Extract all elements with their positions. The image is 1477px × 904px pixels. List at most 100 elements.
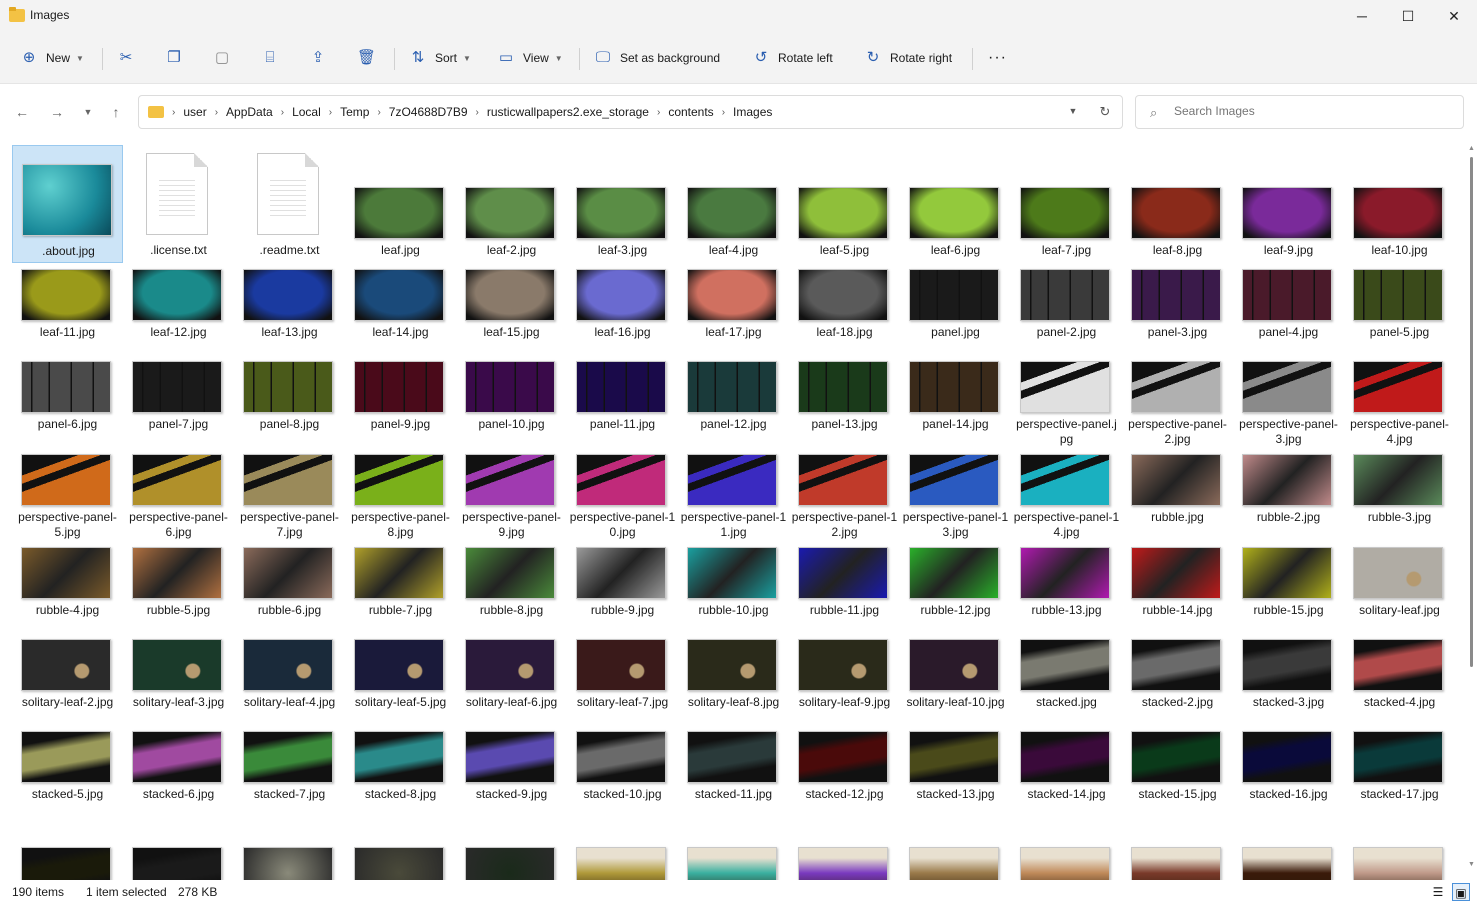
maximize-button[interactable]: ☐ <box>1385 0 1431 32</box>
file-item[interactable]: leaf-10.jpg <box>1344 145 1455 263</box>
chevron-right-icon[interactable]: › <box>719 105 728 120</box>
breadcrumb-item[interactable]: Local <box>287 105 326 120</box>
file-item[interactable]: panel.jpg <box>900 263 1011 355</box>
file-item[interactable]: rubble-7.jpg <box>345 541 456 633</box>
file-item[interactable]: stacked-19.jpg <box>123 841 234 880</box>
file-item[interactable]: perspective-panel-14.jpg <box>1011 448 1122 541</box>
file-item[interactable]: rubble-8.jpg <box>456 541 567 633</box>
breadcrumb-item[interactable]: contents <box>663 105 718 120</box>
rotate-left-button[interactable]: ↺ Rotate left <box>752 44 833 72</box>
file-item[interactable]: perspective-panel-8.jpg <box>345 448 456 541</box>
file-item[interactable]: panel-12.jpg <box>678 355 789 448</box>
file-item[interactable]: leaf-17.jpg <box>678 263 789 355</box>
breadcrumb-item[interactable]: 7zO4688D7B9 <box>384 105 473 120</box>
file-item[interactable]: leaf-2.jpg <box>456 145 567 263</box>
file-item[interactable]: panel-6.jpg <box>12 355 123 448</box>
rotate-right-button[interactable]: ↻ Rotate right <box>864 44 952 72</box>
file-item[interactable]: perspective-panel-2.jpg <box>1122 355 1233 448</box>
file-item[interactable]: stacked.jpg <box>1011 633 1122 725</box>
file-item[interactable]: solitary-leaf-9.jpg <box>789 633 900 725</box>
file-item[interactable]: rubble.jpg <box>1122 448 1233 541</box>
more-options-button[interactable]: ··· <box>988 44 1007 72</box>
file-item[interactable]: rubble-5.jpg <box>123 541 234 633</box>
file-item[interactable]: stacked-5.jpg <box>12 725 123 841</box>
file-item[interactable]: solitary-leaf-3.jpg <box>123 633 234 725</box>
file-item[interactable]: panel-10.jpg <box>456 355 567 448</box>
file-item[interactable]: solitary-leaf-5.jpg <box>345 633 456 725</box>
file-item[interactable]: stacked-18.jpg <box>12 841 123 880</box>
file-item[interactable]: stacked-8.jpg <box>345 725 456 841</box>
thumbnail-view-icon[interactable]: ▣ <box>1452 883 1470 901</box>
file-item[interactable]: leaf-7.jpg <box>1011 145 1122 263</box>
chevron-right-icon[interactable]: › <box>374 105 383 120</box>
file-item[interactable]: solitary-leaf-8.jpg <box>678 633 789 725</box>
file-item[interactable]: panel-3.jpg <box>1122 263 1233 355</box>
file-item[interactable]: solitary-leaf-7.jpg <box>567 633 678 725</box>
file-item[interactable]: stacked-9.jpg <box>456 725 567 841</box>
recent-locations-chevron-icon[interactable]: ▼ <box>76 101 100 123</box>
file-item[interactable]: rubble-12.jpg <box>900 541 1011 633</box>
file-item[interactable]: panel-14.jpg <box>900 355 1011 448</box>
file-item[interactable]: rubble-6.jpg <box>234 541 345 633</box>
file-item[interactable]: panel-8.jpg <box>234 355 345 448</box>
copy-button[interactable]: ❐ <box>165 44 191 72</box>
file-item[interactable]: leaf-6.jpg <box>900 145 1011 263</box>
file-item[interactable]: stacked-12.jpg <box>789 725 900 841</box>
file-item[interactable]: rubble-2.jpg <box>1233 448 1344 541</box>
vertical-scrollbar[interactable]: ▲ ▼ <box>1465 139 1477 880</box>
file-item[interactable]: perspective-panel.jpg <box>1011 355 1122 448</box>
paste-button[interactable]: ▢ <box>213 44 239 72</box>
file-item[interactable]: tree.jpg <box>567 841 678 880</box>
file-item[interactable]: leaf-13.jpg <box>234 263 345 355</box>
file-item[interactable]: rubble-9.jpg <box>567 541 678 633</box>
breadcrumb-item[interactable]: Images <box>728 105 777 120</box>
file-item[interactable]: perspective-panel-10.jpg <box>567 448 678 541</box>
file-item[interactable]: stacked-3.jpg <box>1233 633 1344 725</box>
file-item[interactable]: rubble-11.jpg <box>789 541 900 633</box>
file-item[interactable]: stone-wall-2.jpg <box>345 841 456 880</box>
file-item[interactable]: tree-2.jpg <box>678 841 789 880</box>
breadcrumb-item[interactable]: AppData <box>221 105 278 120</box>
breadcrumb-item[interactable]: Temp <box>335 105 374 120</box>
file-item[interactable]: panel-5.jpg <box>1344 263 1455 355</box>
file-item[interactable]: panel-13.jpg <box>789 355 900 448</box>
breadcrumb-item[interactable]: rusticwallpapers2.exe_storage <box>482 105 654 120</box>
file-item[interactable]: stone-wall-3.jpg <box>456 841 567 880</box>
file-item[interactable]: stacked-13.jpg <box>900 725 1011 841</box>
file-item[interactable]: leaf-11.jpg <box>12 263 123 355</box>
file-item[interactable]: perspective-panel-13.jpg <box>900 448 1011 541</box>
file-item[interactable]: perspective-panel-5.jpg <box>12 448 123 541</box>
file-item[interactable]: tree-6.jpg <box>1122 841 1233 880</box>
search-input[interactable] <box>1174 104 1454 118</box>
scroll-thumb[interactable] <box>1470 157 1473 667</box>
file-item[interactable]: rubble-10.jpg <box>678 541 789 633</box>
file-item[interactable]: leaf-12.jpg <box>123 263 234 355</box>
share-button[interactable]: ⇪ <box>309 44 335 72</box>
file-item[interactable]: panel-2.jpg <box>1011 263 1122 355</box>
file-item[interactable]: tree-4.jpg <box>900 841 1011 880</box>
file-item[interactable]: perspective-panel-9.jpg <box>456 448 567 541</box>
details-view-icon[interactable]: ☰ <box>1429 883 1447 901</box>
refresh-icon[interactable]: ↻ <box>1095 104 1115 120</box>
file-item[interactable]: stacked-10.jpg <box>567 725 678 841</box>
search-box[interactable]: ⌕ <box>1135 95 1464 129</box>
address-bar[interactable]: › user › AppData › Local › Temp › 7zO4688D7B9 › rus… <box>138 95 1123 129</box>
file-item[interactable]: stacked-17.jpg <box>1344 725 1455 841</box>
file-item[interactable]: tree-3.jpg <box>789 841 900 880</box>
file-item[interactable]: perspective-panel-3.jpg <box>1233 355 1344 448</box>
sort-button[interactable]: ⇅ Sort ▼ <box>409 44 471 72</box>
file-item[interactable]: solitary-leaf-6.jpg <box>456 633 567 725</box>
set-as-background-button[interactable]: 🖵 Set as background <box>594 44 720 72</box>
file-item[interactable]: solitary-leaf-4.jpg <box>234 633 345 725</box>
file-item[interactable]: rubble-13.jpg <box>1011 541 1122 633</box>
file-item[interactable]: panel-7.jpg <box>123 355 234 448</box>
file-item[interactable]: panel-4.jpg <box>1233 263 1344 355</box>
file-item[interactable]: panel-9.jpg <box>345 355 456 448</box>
file-item[interactable]: solitary-leaf.jpg <box>1344 541 1455 633</box>
file-item[interactable]: tree-7.jpg <box>1233 841 1344 880</box>
file-item[interactable]: rubble-15.jpg <box>1233 541 1344 633</box>
file-item[interactable]: stacked-11.jpg <box>678 725 789 841</box>
file-item[interactable]: stacked-7.jpg <box>234 725 345 841</box>
chevron-right-icon[interactable]: › <box>278 105 287 120</box>
file-item[interactable]: rubble-14.jpg <box>1122 541 1233 633</box>
